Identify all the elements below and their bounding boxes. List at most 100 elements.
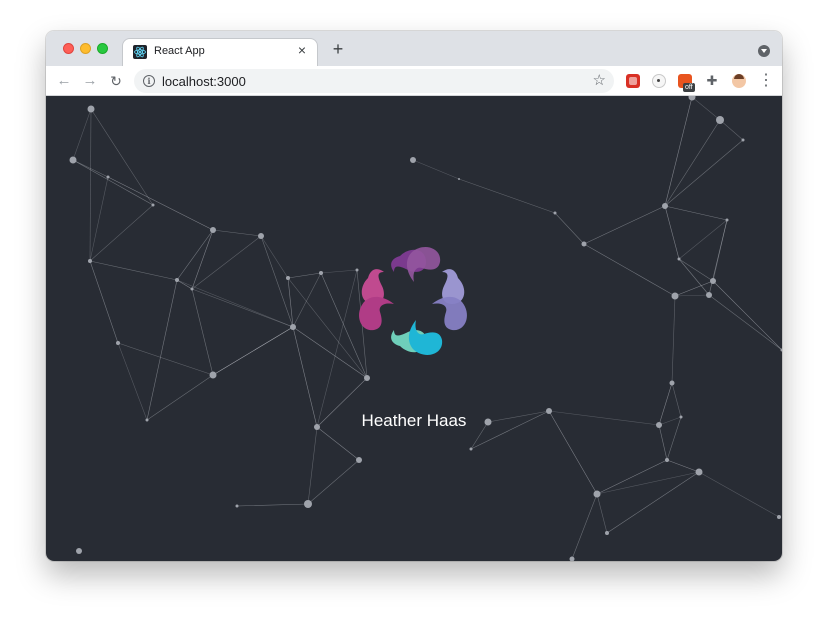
toolbar: ← → ↻ i localhost:3000 ☆ off ✚ ⋮ [46, 66, 782, 96]
network-link [719, 119, 744, 141]
network-node [304, 500, 312, 508]
page-content: Heather Haas [46, 96, 782, 561]
network-link [316, 426, 360, 461]
tab-title: React App [154, 45, 205, 57]
reload-button[interactable]: ↻ [106, 71, 126, 91]
network-link [89, 176, 109, 262]
network-link [691, 96, 721, 121]
network-link [712, 280, 782, 351]
network-link [583, 243, 676, 297]
network-link [287, 272, 322, 279]
tab-bar: React App × + [46, 31, 782, 66]
extension-red-icon[interactable] [626, 74, 640, 88]
network-link [674, 294, 710, 297]
network-node [410, 157, 416, 163]
minimize-window-button[interactable] [80, 43, 91, 54]
network-node [175, 278, 179, 282]
network-node [569, 556, 575, 561]
network-node [581, 241, 587, 247]
network-node [106, 175, 110, 179]
network-node [665, 458, 669, 462]
network-link [596, 459, 668, 495]
menu-icon[interactable]: ⋮ [758, 71, 774, 91]
network-node [777, 515, 781, 519]
network-node [151, 203, 155, 207]
network-link [307, 426, 318, 505]
bookmark-star-icon[interactable]: ☆ [593, 71, 606, 89]
network-link [554, 212, 585, 245]
network-link [664, 205, 680, 260]
address-bar[interactable]: i localhost:3000 ☆ [134, 69, 614, 93]
network-link [212, 229, 262, 237]
tab-react-app[interactable]: React App × [122, 38, 318, 66]
network-node [88, 259, 92, 263]
new-tab-button[interactable]: + [328, 39, 348, 59]
network-link [292, 272, 322, 328]
network-node [116, 341, 120, 345]
network-link [117, 342, 214, 376]
network-link [664, 119, 721, 207]
network-node [706, 292, 712, 298]
logo-icon [359, 247, 467, 355]
network-link [671, 295, 676, 384]
puzzle-icon[interactable]: ✚ [705, 74, 719, 88]
network-node [669, 380, 675, 386]
network-node [364, 375, 370, 381]
network-link [664, 96, 693, 207]
network-link [316, 269, 358, 428]
network-link [176, 279, 193, 290]
network-node [76, 548, 82, 554]
hero-name: Heather Haas [361, 411, 467, 430]
network-link [176, 229, 214, 281]
network-link [708, 219, 728, 296]
network-node [210, 227, 216, 233]
info-icon[interactable]: i [143, 75, 155, 87]
network-link [89, 204, 154, 262]
network-link [236, 503, 309, 507]
network-node [593, 490, 601, 498]
network-link [412, 159, 460, 180]
maximize-window-button[interactable] [97, 43, 108, 54]
network-link [212, 326, 294, 376]
network-link [571, 493, 598, 560]
network-node [319, 271, 323, 275]
network-node [671, 292, 679, 300]
network-link [664, 139, 744, 207]
network-link [191, 288, 294, 328]
back-button[interactable]: ← [54, 71, 74, 91]
network-node [209, 371, 217, 379]
network-node [69, 156, 77, 164]
network-link [678, 258, 710, 296]
network-node [458, 178, 460, 180]
network-link [320, 269, 358, 274]
network-node [695, 468, 703, 476]
avatar[interactable] [732, 74, 746, 88]
tab-search-icon[interactable] [758, 45, 770, 57]
url-text[interactable]: localhost:3000 [162, 74, 246, 89]
tab-close-icon[interactable]: × [294, 42, 310, 58]
network-node [258, 233, 264, 239]
network-link [72, 159, 154, 206]
network-node [662, 203, 668, 209]
forward-button[interactable]: → [80, 71, 100, 91]
network-node [286, 276, 290, 280]
network-link [583, 205, 666, 245]
network-link [146, 279, 178, 421]
network-node [688, 96, 696, 101]
network-link [191, 235, 262, 290]
network-node [87, 105, 95, 113]
extension-off-badge: off [683, 83, 695, 92]
network-node [605, 531, 609, 535]
network-link [708, 294, 782, 351]
network-link [260, 235, 289, 279]
network-node [290, 324, 296, 330]
extension-face-icon[interactable] [652, 74, 666, 88]
network-node [716, 116, 724, 124]
network-link [89, 260, 119, 344]
network-node [356, 457, 362, 463]
close-window-button[interactable] [63, 43, 74, 54]
network-node [725, 218, 729, 222]
network-link [596, 471, 700, 495]
network-link [678, 258, 714, 282]
network-link [596, 493, 608, 534]
